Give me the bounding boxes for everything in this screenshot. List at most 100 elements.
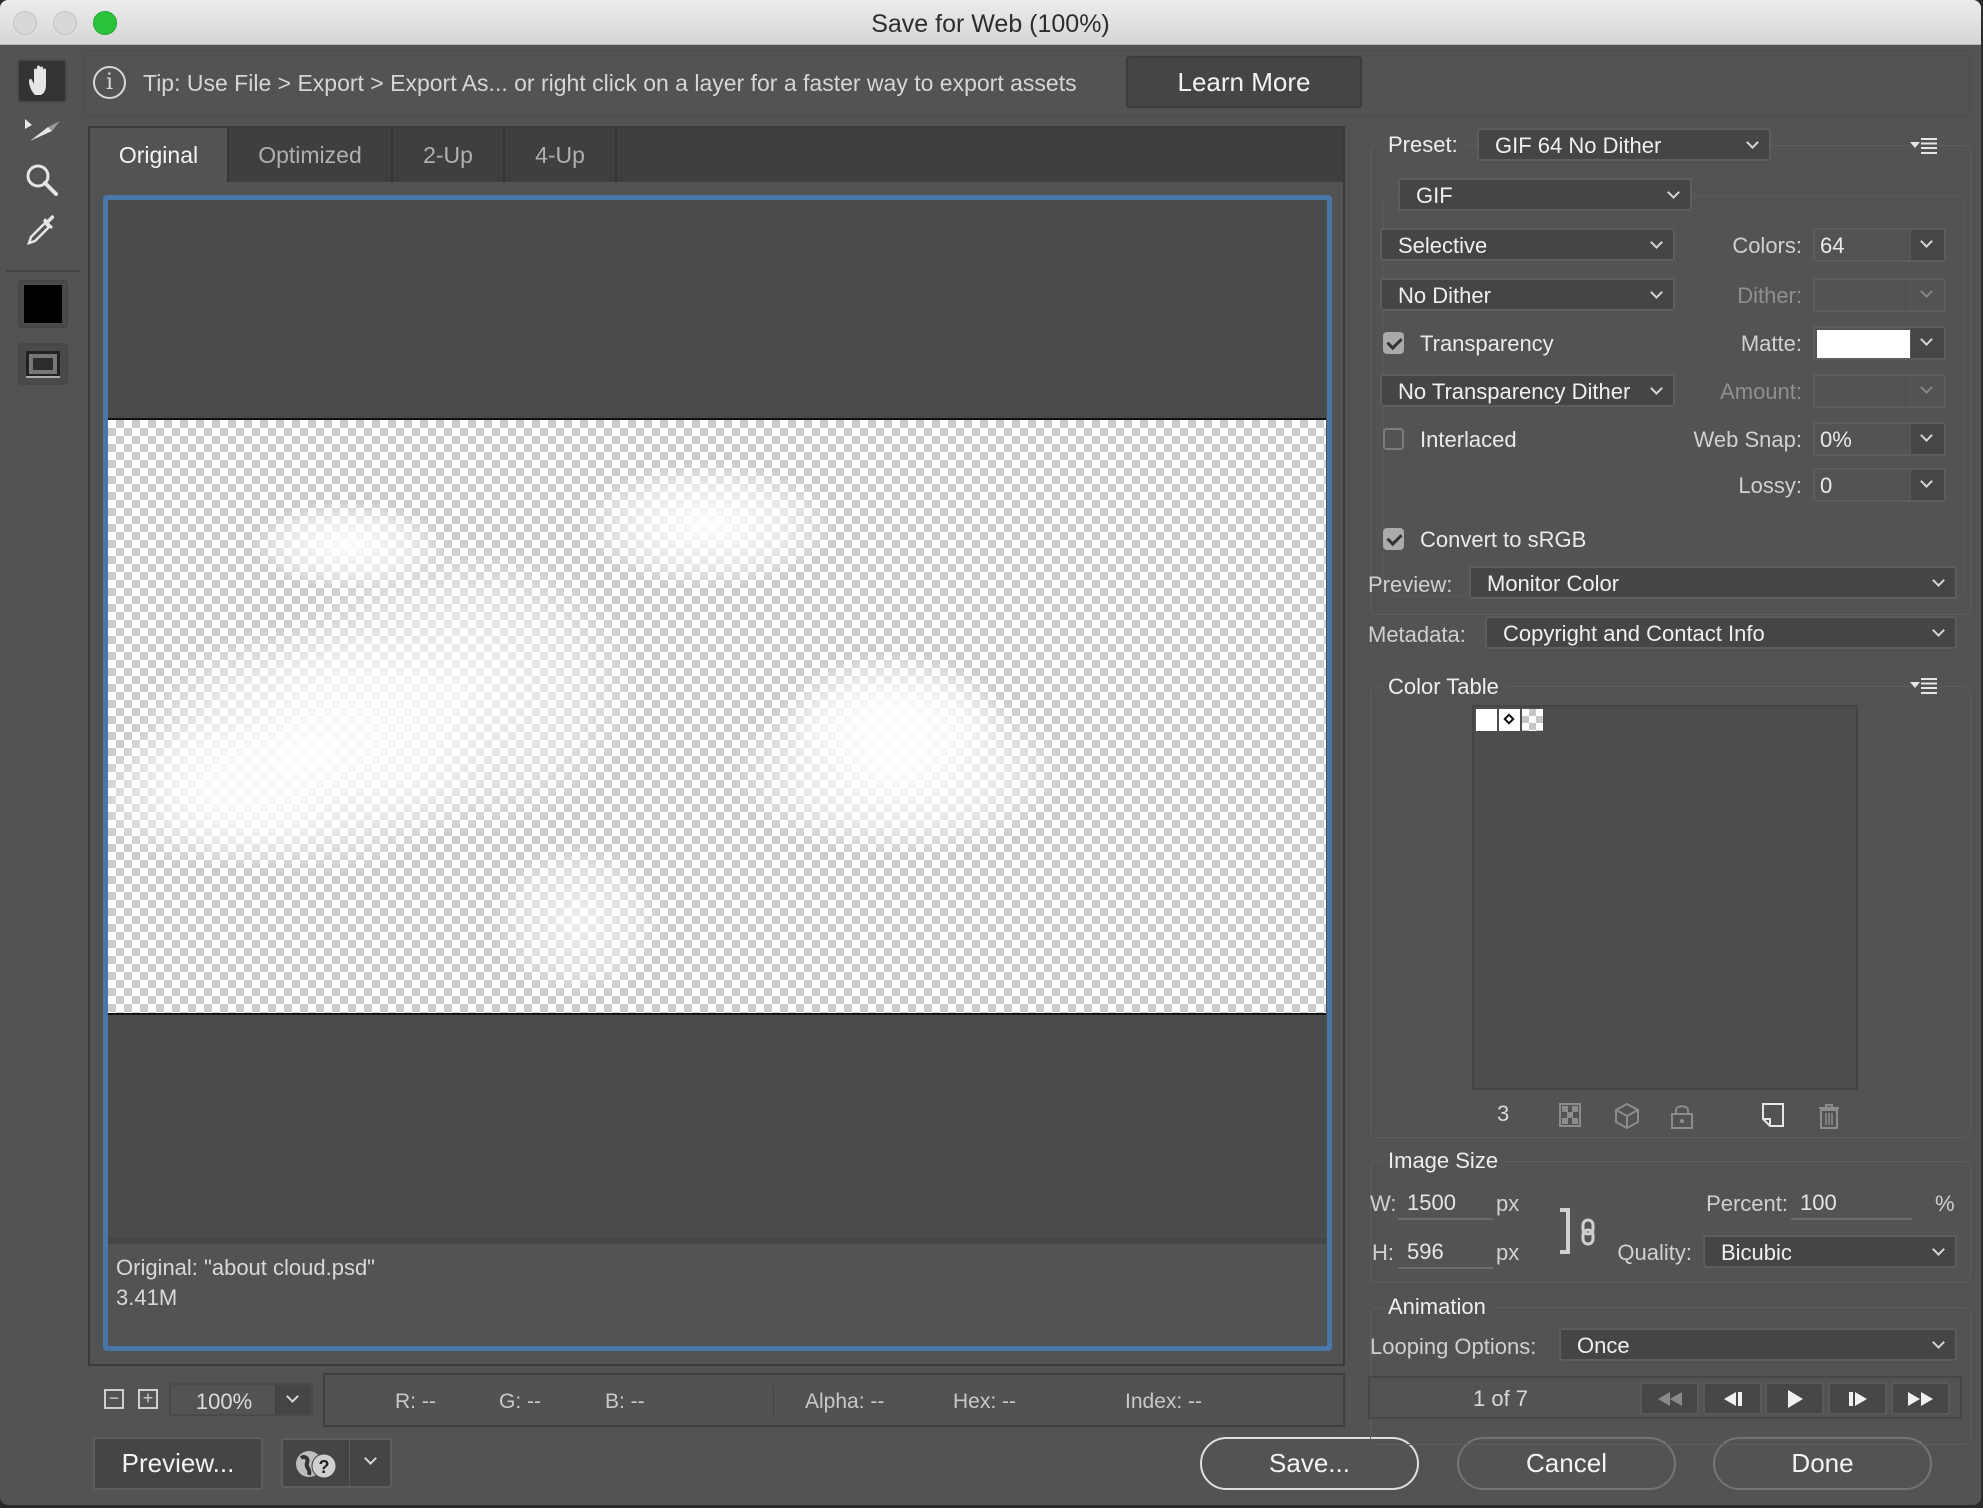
shift-to-web-palette-button[interactable] <box>1615 1102 1639 1134</box>
color-preview-select[interactable]: Monitor Color <box>1469 566 1957 599</box>
learn-more-button[interactable]: Learn More <box>1126 56 1362 108</box>
readout-divider <box>773 1385 774 1417</box>
color-readout-bar: R: -- G: -- B: -- Alpha: -- Hex: -- Inde… <box>323 1373 1345 1427</box>
chevron-down-icon <box>1920 475 1933 488</box>
preset-select[interactable]: GIF 64 No Dither <box>1477 128 1771 161</box>
matte-label: Matte: <box>1740 331 1802 356</box>
looping-options-value: Once <box>1577 1333 1630 1358</box>
chevron-down-icon <box>286 1390 299 1403</box>
quality-label: Quality: <box>1617 1240 1692 1265</box>
lossy-combo[interactable]: 0 <box>1813 468 1946 502</box>
color-reduction-select[interactable]: Selective <box>1380 228 1675 261</box>
preset-value: GIF 64 No Dither <box>1495 133 1662 158</box>
resample-quality-select[interactable]: Bicubic <box>1703 1235 1957 1268</box>
trash-icon <box>1819 1104 1839 1129</box>
zoom-in-button[interactable]: + <box>138 1389 158 1409</box>
transparency-amount-combo <box>1813 374 1946 408</box>
new-color-icon <box>1762 1103 1784 1127</box>
preview-in-browser-button[interactable]: Preview... <box>93 1437 263 1490</box>
tab-4-up[interactable]: 4-Up <box>505 128 617 182</box>
chevron-down-icon <box>1650 236 1663 249</box>
colors-value[interactable]: 64 <box>1820 233 1844 259</box>
looping-options-select[interactable]: Once <box>1559 1328 1957 1361</box>
chevron-down-icon <box>1932 1243 1945 1256</box>
image-preview-canvas[interactable] <box>108 418 1326 1015</box>
tab-original[interactable]: Original <box>90 128 229 182</box>
next-frame-button[interactable] <box>1828 1382 1887 1415</box>
slice-select-tool[interactable] <box>17 108 67 152</box>
metadata-select[interactable]: Copyright and Contact Info <box>1485 616 1957 649</box>
dither-label: Dither: <box>1737 283 1802 308</box>
constrain-bracket <box>1560 1208 1570 1254</box>
percent-value[interactable]: 100 <box>1800 1190 1837 1216</box>
web-snap-dropdown-arrow[interactable] <box>1910 424 1944 454</box>
color-preview-value: Monitor Color <box>1487 571 1620 596</box>
colors-dropdown-arrow[interactable] <box>1910 230 1944 260</box>
zoom-tool[interactable] <box>17 158 67 202</box>
delete-color-button[interactable] <box>1818 1103 1840 1134</box>
web-snap-value[interactable]: 0% <box>1820 427 1852 453</box>
color-table-grid[interactable] <box>1472 705 1858 1090</box>
hand-tool[interactable] <box>17 59 67 103</box>
rewind-icon <box>1657 1391 1682 1406</box>
interlaced-checkbox[interactable] <box>1383 428 1404 450</box>
convert-srgb-checkbox[interactable] <box>1383 528 1404 550</box>
dither-amount-combo <box>1813 278 1946 312</box>
metadata-label: Metadata: <box>1368 622 1466 647</box>
title-bar: Save for Web (100%) <box>0 0 1981 45</box>
dither-algorithm-select[interactable]: No Dither <box>1380 278 1675 311</box>
browser-select[interactable]: ? <box>281 1438 392 1488</box>
transparency-dither-select[interactable]: No Transparency Dither <box>1380 374 1675 407</box>
chevron-down-icon <box>364 1452 377 1465</box>
chevron-down-icon <box>1932 624 1945 637</box>
add-color-button[interactable] <box>1762 1103 1784 1132</box>
zoom-dropdown-arrow[interactable] <box>275 1385 311 1414</box>
lossy-label: Lossy: <box>1738 473 1802 498</box>
optimize-menu-button[interactable] <box>1910 138 1940 154</box>
interlaced-label: Interlaced <box>1420 427 1517 452</box>
constrain-proportions-toggle[interactable] <box>1581 1218 1595 1251</box>
play-button[interactable] <box>1765 1382 1824 1415</box>
lossy-value[interactable]: 0 <box>1820 473 1832 499</box>
zoom-level-select[interactable]: 100% <box>169 1383 313 1416</box>
percent-input[interactable]: 100 <box>1791 1186 1912 1220</box>
colors-combo[interactable]: 64 <box>1813 228 1946 262</box>
height-value[interactable]: 596 <box>1407 1239 1444 1265</box>
width-input[interactable]: 1500 <box>1398 1186 1493 1220</box>
eyedropper-color-swatch[interactable] <box>18 280 68 328</box>
toggle-slices-visibility-button[interactable] <box>18 343 68 385</box>
fast-forward-icon <box>1907 1391 1933 1406</box>
matte-color-swatch[interactable] <box>1817 330 1911 358</box>
cloud-shape <box>488 840 668 1000</box>
tab-optimized[interactable]: Optimized <box>229 128 393 182</box>
lock-color-button[interactable] <box>1671 1103 1693 1134</box>
first-frame-button[interactable] <box>1640 1382 1699 1415</box>
map-to-transparent-button[interactable] <box>1559 1103 1581 1132</box>
color-table-menu-button[interactable] <box>1910 678 1940 694</box>
height-input[interactable]: 596 <box>1398 1235 1493 1269</box>
lock-icon <box>1671 1105 1693 1129</box>
lossy-dropdown-arrow[interactable] <box>1910 470 1944 500</box>
menu-triangle-icon <box>1910 682 1920 688</box>
color-swatch-web-safe[interactable] <box>1499 709 1520 731</box>
matte-combo[interactable] <box>1813 326 1946 360</box>
color-swatch-white[interactable] <box>1476 709 1497 731</box>
transparency-checkbox[interactable] <box>1383 332 1404 354</box>
checker-transparency-icon <box>1559 1103 1581 1127</box>
tab-2-up[interactable]: 2-Up <box>393 128 505 182</box>
matte-dropdown-arrow[interactable] <box>1910 328 1944 358</box>
file-format-value: GIF <box>1416 183 1453 208</box>
step-back-icon <box>1723 1391 1742 1406</box>
animation-title: Animation <box>1382 1294 1492 1320</box>
resample-quality-value: Bicubic <box>1721 1240 1792 1265</box>
eyedropper-tool[interactable] <box>17 208 67 252</box>
width-value[interactable]: 1500 <box>1407 1190 1456 1216</box>
previous-frame-button[interactable] <box>1703 1382 1762 1415</box>
readout-index: Index: -- <box>1125 1390 1203 1413</box>
web-snap-combo[interactable]: 0% <box>1813 422 1946 456</box>
last-frame-button[interactable] <box>1891 1382 1950 1415</box>
color-swatch-transparent[interactable] <box>1522 709 1543 731</box>
transparency-label: Transparency <box>1420 331 1554 356</box>
file-format-select[interactable]: GIF <box>1398 178 1692 211</box>
zoom-out-button[interactable]: − <box>104 1389 124 1409</box>
